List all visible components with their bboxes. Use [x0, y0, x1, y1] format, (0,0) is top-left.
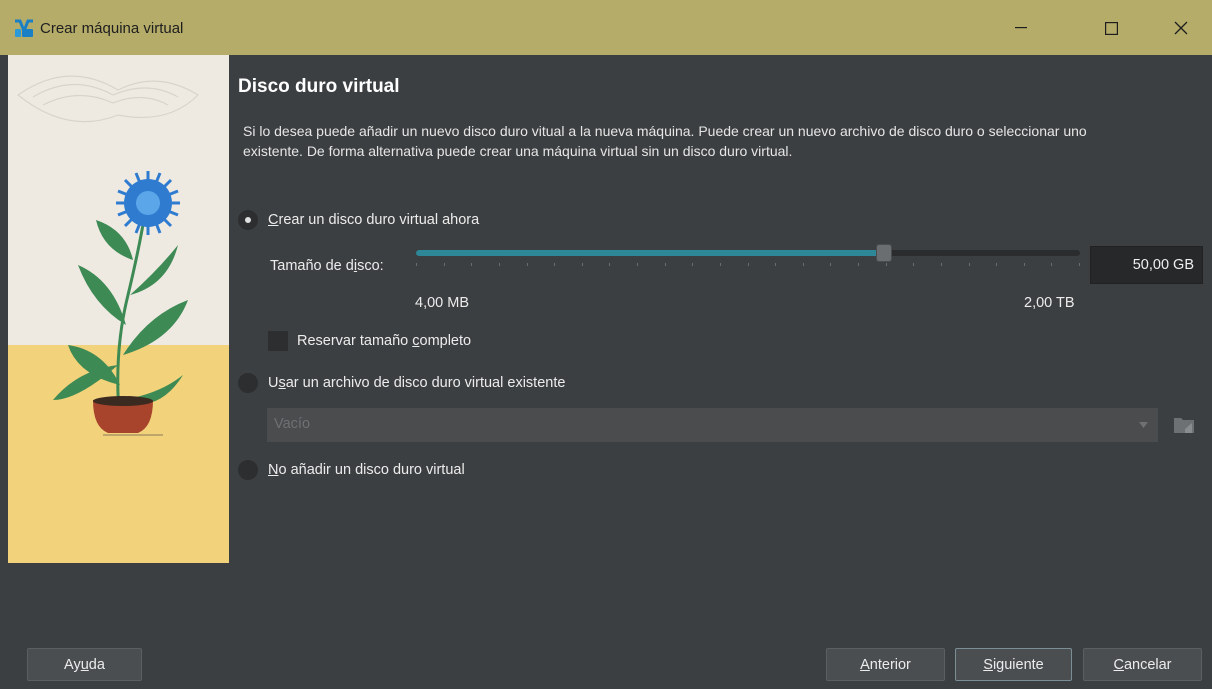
- slider-tick: [748, 263, 749, 266]
- close-button[interactable]: [1158, 8, 1204, 48]
- window-title: Crear máquina virtual: [40, 20, 184, 37]
- slider-tick: [775, 263, 776, 266]
- next-label-post: iguiente: [992, 656, 1044, 673]
- minimize-icon: [1015, 27, 1027, 29]
- existing-mnemonic: s: [278, 375, 286, 391]
- slider-tick: [665, 263, 666, 266]
- maximize-button[interactable]: [1088, 8, 1134, 48]
- choose-disk-folder-icon[interactable]: [1171, 411, 1197, 437]
- help-label-post: da: [88, 656, 105, 673]
- cancel-label-post: ancelar: [1123, 656, 1172, 673]
- maximize-icon: [1104, 21, 1118, 35]
- create-disk-mnemonic: C: [268, 212, 279, 228]
- slider-tick: [692, 263, 693, 266]
- existing-disk-select[interactable]: Vacío: [267, 408, 1158, 442]
- chevron-down-icon: [1139, 422, 1148, 428]
- plant-illustration: [8, 55, 229, 563]
- page-title: Disco duro virtual: [238, 76, 400, 97]
- disk-size-input[interactable]: 50,00 GB: [1090, 246, 1203, 284]
- slider-tick: [830, 263, 831, 266]
- slider-tick: [996, 263, 997, 266]
- slider-tick: [444, 263, 445, 266]
- slider-tick: [471, 263, 472, 266]
- create-disk-label[interactable]: Crear un disco duro virtual ahora: [268, 212, 479, 228]
- disk-size-label-post: sco:: [357, 258, 384, 274]
- help-label-pre: Ay: [64, 656, 81, 673]
- back-label-post: nterior: [869, 656, 911, 673]
- next-mnemonic: S: [983, 656, 993, 673]
- disk-size-slider[interactable]: [416, 244, 1080, 262]
- disk-size-min-label: 4,00 MB: [415, 295, 469, 311]
- create-disk-label-post: rear un disco duro virtual ahora: [278, 212, 480, 228]
- reserve-label-post: ompleto: [419, 333, 472, 349]
- reserve-mnemonic: c: [412, 333, 420, 349]
- disk-size-label-pre: Tamaño de d: [270, 258, 354, 274]
- slider-tick: [1051, 263, 1052, 266]
- cancel-mnemonic: C: [1113, 656, 1124, 673]
- slider-tick: [499, 263, 500, 266]
- reserve-full-size-checkbox[interactable]: [268, 331, 288, 351]
- slider-tick: [609, 263, 610, 266]
- slider-tick: [886, 263, 887, 266]
- slider-tick: [969, 263, 970, 266]
- minimize-button[interactable]: [998, 8, 1044, 48]
- slider-tick: [1079, 263, 1080, 266]
- wizard-side-illustration: [8, 55, 229, 563]
- close-icon: [1174, 21, 1188, 35]
- no-disk-label-post: o añadir un disco duro virtual: [278, 462, 465, 478]
- reserve-label-pre: Reservar tamaño: [297, 333, 413, 349]
- slider-tick: [803, 263, 804, 266]
- no-disk-label[interactable]: No añadir un disco duro virtual: [268, 462, 465, 478]
- back-mnemonic: A: [860, 656, 870, 673]
- no-disk-radio[interactable]: [238, 460, 258, 480]
- existing-label-pre: U: [268, 375, 279, 391]
- disk-size-max-label: 2,00 TB: [1024, 295, 1075, 311]
- disk-size-label: Tamaño de disco:: [270, 258, 384, 274]
- slider-tick: [637, 263, 638, 266]
- existing-disk-select-value: Vacío: [274, 416, 311, 432]
- slider-tick: [554, 263, 555, 266]
- slider-tick: [1024, 263, 1025, 266]
- page-description: Si lo desea puede añadir un nuevo disco …: [243, 123, 1087, 159]
- slider-tick: [913, 263, 914, 266]
- no-disk-mnemonic: N: [268, 462, 279, 478]
- help-mnemonic: u: [80, 656, 89, 673]
- slider-tick: [720, 263, 721, 266]
- slider-tick: [582, 263, 583, 266]
- disk-size-slider-ticks: [416, 263, 1080, 267]
- use-existing-disk-radio[interactable]: [238, 373, 258, 393]
- create-disk-radio[interactable]: [238, 210, 258, 230]
- slider-tick: [941, 263, 942, 266]
- next-button[interactable]: Siguiente: [955, 648, 1072, 681]
- back-button[interactable]: Anterior: [826, 648, 945, 681]
- disk-size-slider-fill: [416, 250, 884, 256]
- disk-size-slider-handle[interactable]: [876, 244, 892, 262]
- title-bar[interactable]: Crear máquina virtual: [0, 0, 1212, 55]
- reserve-full-size-label[interactable]: Reservar tamaño completo: [297, 333, 471, 349]
- help-button[interactable]: Ay u da: [27, 648, 142, 681]
- cancel-button[interactable]: Cancelar: [1083, 648, 1202, 681]
- virtualbox-app-icon: [15, 19, 33, 37]
- slider-tick: [416, 263, 417, 266]
- existing-label-post: ar un archivo de disco duro virtual exis…: [285, 375, 566, 391]
- use-existing-disk-label[interactable]: Usar un archivo de disco duro virtual ex…: [268, 375, 565, 391]
- slider-tick: [858, 263, 859, 266]
- slider-tick: [527, 263, 528, 266]
